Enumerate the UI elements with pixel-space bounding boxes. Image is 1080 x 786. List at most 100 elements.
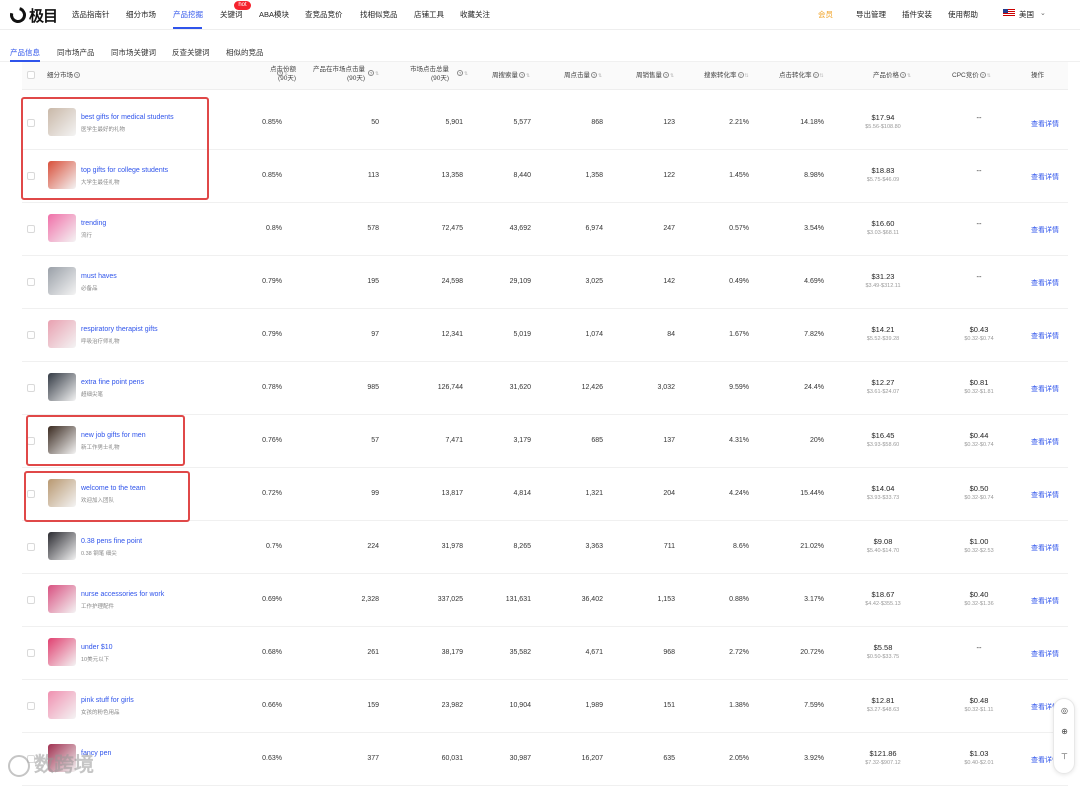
keyword-link[interactable]: under $10 xyxy=(81,644,113,651)
floating-toolbar: ◎ ⊕ ⊤ xyxy=(1053,698,1075,774)
region-selector[interactable]: 美国 xyxy=(1019,9,1034,20)
cell-mclicks: 97 xyxy=(371,331,379,338)
sort-icon: ⇅ xyxy=(986,73,991,79)
keyword-link[interactable]: 0.38 pens fine point xyxy=(81,538,142,545)
table-row: fancy pen 0.63% 377 60,031 30,987 16,207 635 2.… xyxy=(22,733,1068,786)
tab-product-info[interactable]: 产品信息 xyxy=(10,47,40,58)
cell-share: 0.72% xyxy=(262,490,282,497)
help-link[interactable]: 使用帮助 xyxy=(948,9,978,20)
view-details-link[interactable]: 查看详情 xyxy=(1031,437,1059,447)
product-thumbnail[interactable] xyxy=(48,320,76,348)
header-price[interactable]: 产品价格? ⇅ xyxy=(873,71,911,81)
product-thumbnail[interactable] xyxy=(48,214,76,242)
product-thumbnail[interactable] xyxy=(48,267,76,295)
cell-wclicks: 16,207 xyxy=(581,755,603,762)
row-checkbox[interactable] xyxy=(27,702,35,710)
info-icon: ? xyxy=(900,72,906,79)
watermark-logo-icon xyxy=(8,754,30,777)
row-checkbox[interactable] xyxy=(27,596,35,604)
header-search-conversion[interactable]: 搜索转化率? ⇅ xyxy=(704,71,749,81)
view-details-link[interactable]: 查看详情 xyxy=(1031,543,1059,553)
cell-sconv: 4.31% xyxy=(729,437,749,444)
header-click-conversion[interactable]: 点击转化率? ⇅ xyxy=(779,71,824,81)
product-thumbnail[interactable] xyxy=(48,691,76,719)
nav-item-similar[interactable]: 找相似竞品 xyxy=(360,9,398,20)
header-weekly-clicks[interactable]: 周点击量? ⇅ xyxy=(564,71,602,81)
nav-item-competitor-bid[interactable]: 查竞品竞价 xyxy=(305,9,343,20)
nav-item-keywords[interactable]: 关键词 xyxy=(220,9,243,20)
view-details-link[interactable]: 查看详情 xyxy=(1031,596,1059,606)
view-details-link[interactable]: 查看详情 xyxy=(1031,278,1059,288)
nav-item-favorites[interactable]: 收藏关注 xyxy=(460,9,490,20)
header-weekly-sales[interactable]: 周销售量? ⇅ xyxy=(636,71,674,81)
keyword-translation: 呼吸治疗师礼物 xyxy=(81,339,120,345)
header-market-clicks[interactable]: 产品在市场点击量 (90天) xyxy=(312,65,365,83)
member-link[interactable]: 会员 xyxy=(818,9,833,20)
keyword-link[interactable]: extra fine point pens xyxy=(81,379,144,386)
price-cell: $14.21 $5.52-$39.28 xyxy=(866,325,900,342)
row-checkbox[interactable] xyxy=(27,331,35,339)
header-total-clicks-icons[interactable]: ? ⇅ xyxy=(456,69,468,79)
keyword-link[interactable]: must haves xyxy=(81,273,117,280)
cell-share: 0.85% xyxy=(262,172,282,179)
header-total-clicks[interactable]: 市场点击总量 (90天) xyxy=(407,65,449,83)
row-checkbox[interactable] xyxy=(27,384,35,392)
header-click-share[interactable]: 点击份额 (90天) xyxy=(246,65,296,83)
view-details-link[interactable]: 查看详情 xyxy=(1031,649,1059,659)
nav-item-store-tools[interactable]: 店铺工具 xyxy=(414,9,444,20)
cell-sconv: 4.24% xyxy=(729,490,749,497)
row-checkbox[interactable] xyxy=(27,278,35,286)
plugin-install-link[interactable]: 插件安装 xyxy=(902,9,932,20)
keyword-link[interactable]: pink stuff for girls xyxy=(81,697,134,704)
cell-search: 3,179 xyxy=(513,437,531,444)
header-click-share-icons[interactable]: ? ⇅ xyxy=(276,69,288,79)
nav-item-segment-market[interactable]: 细分市场 xyxy=(126,9,156,20)
cell-wclicks: 12,426 xyxy=(581,384,603,391)
info-icon: ? xyxy=(277,70,283,77)
keyword-link[interactable]: trending xyxy=(81,220,106,227)
tab-similar-competitors[interactable]: 相似的竞品 xyxy=(226,47,264,58)
header-market-clicks-icons[interactable]: ? ⇅ xyxy=(367,69,379,79)
nav-item-product-mining[interactable]: 产品挖掘 xyxy=(173,9,203,20)
back-to-top-icon[interactable]: ⊤ xyxy=(1059,751,1070,762)
row-checkbox[interactable] xyxy=(27,543,35,551)
view-details-link[interactable]: 查看详情 xyxy=(1031,172,1059,182)
cell-cconv: 3.54% xyxy=(804,225,824,232)
globe-icon[interactable]: ⊕ xyxy=(1059,726,1070,737)
view-details-link[interactable]: 查看详情 xyxy=(1031,331,1059,341)
header-weekly-search[interactable]: 周搜索量? ⇅ xyxy=(492,71,530,81)
keyword-link[interactable]: respiratory therapist gifts xyxy=(81,326,158,333)
tab-reverse-keywords[interactable]: 反查关键词 xyxy=(172,47,210,58)
cell-wclicks: 1,358 xyxy=(585,172,603,179)
view-details-link[interactable]: 查看详情 xyxy=(1031,225,1059,235)
keyword-link[interactable]: nurse accessories for work xyxy=(81,591,164,598)
product-thumbnail[interactable] xyxy=(48,585,76,613)
sort-icon: ⇅ xyxy=(284,71,289,77)
view-details-link[interactable]: 查看详情 xyxy=(1031,384,1059,394)
nav-item-compass[interactable]: 选品指南针 xyxy=(72,9,110,20)
sort-icon: ⇅ xyxy=(670,73,675,79)
export-manage-link[interactable]: 导出管理 xyxy=(856,9,886,20)
view-details-link[interactable]: 查看详情 xyxy=(1031,490,1059,500)
row-checkbox[interactable] xyxy=(27,225,35,233)
headset-icon[interactable]: ◎ xyxy=(1059,705,1070,716)
cell-sconv: 1.67% xyxy=(729,331,749,338)
view-details-link[interactable]: 查看详情 xyxy=(1031,119,1059,129)
tab-same-market-keywords[interactable]: 同市场关键词 xyxy=(111,47,156,58)
select-all-checkbox[interactable] xyxy=(27,71,35,79)
cell-sconv: 1.45% xyxy=(729,172,749,179)
nav-item-aba[interactable]: ABA模块 xyxy=(259,9,289,20)
cpc-cell: $1.00 $0.32-$2.53 xyxy=(964,537,994,554)
product-thumbnail[interactable] xyxy=(48,638,76,666)
row-checkbox[interactable] xyxy=(27,649,35,657)
tab-same-market-products[interactable]: 同市场产品 xyxy=(57,47,95,58)
header-cpc[interactable]: CPC竞价? ⇅ xyxy=(952,71,991,81)
info-icon: ? xyxy=(368,70,374,77)
price-cell: $5.58 $0.50-$33.75 xyxy=(866,643,900,660)
product-thumbnail[interactable] xyxy=(48,532,76,560)
price-cell: $31.23 $3.49-$312.11 xyxy=(865,272,901,289)
product-thumbnail[interactable] xyxy=(48,373,76,401)
cell-share: 0.76% xyxy=(262,437,282,444)
brand-logo[interactable]: 极目 xyxy=(7,4,58,26)
chevron-down-icon[interactable]: ⌄ xyxy=(1040,9,1046,17)
